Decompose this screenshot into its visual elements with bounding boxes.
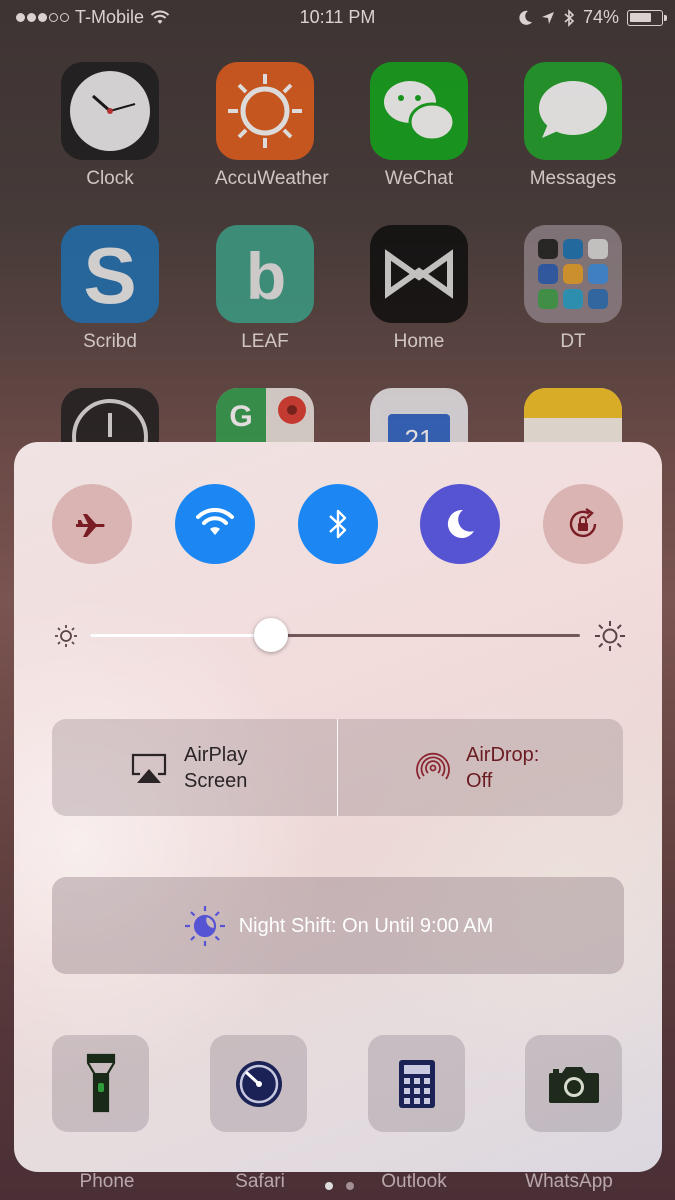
calculator-button[interactable] — [368, 1035, 465, 1132]
app-scribd[interactable]: S Scribd — [60, 225, 160, 353]
wifi-toggle[interactable] — [175, 484, 255, 564]
moon-icon — [447, 509, 474, 538]
location-arrow-icon — [541, 11, 554, 24]
brightness-track — [90, 634, 580, 637]
night-shift-button[interactable]: Night Shift: On Until 9:00 AM — [52, 877, 624, 974]
app-label: Home — [393, 331, 445, 352]
timer-button[interactable] — [210, 1035, 307, 1132]
night-shift-icon — [184, 905, 225, 946]
app-label: DT — [560, 331, 586, 352]
airdrop-button[interactable]: AirDrop: Off — [338, 719, 623, 816]
dock-app-phone[interactable]: Phone — [47, 1171, 167, 1193]
status-bar: T-Mobile 10:11 PM 74% — [0, 0, 675, 36]
wifi-icon — [196, 508, 234, 535]
bluetooth-toggle[interactable] — [298, 484, 378, 564]
flashlight-button[interactable] — [52, 1035, 149, 1132]
brightness-slider[interactable] — [54, 618, 626, 652]
night-shift-label: Night Shift: On Until 9:00 AM — [238, 914, 494, 937]
brightness-slider-thumb[interactable] — [254, 618, 289, 652]
rotation-lock-icon — [569, 508, 597, 538]
do-not-disturb-toggle[interactable] — [420, 484, 500, 564]
brightness-high-icon — [595, 621, 625, 651]
app-label: Messages — [529, 168, 617, 189]
app-label: AccuWeather — [215, 168, 329, 189]
app-home[interactable]: Home — [369, 225, 469, 353]
dock-app-whatsapp[interactable]: WhatsApp — [509, 1171, 629, 1193]
folder-icon — [524, 225, 622, 323]
brightness-low-icon — [55, 625, 77, 647]
moon-status-icon — [519, 10, 532, 25]
app-label: WeChat — [384, 168, 454, 189]
app-clock[interactable]: Clock — [60, 62, 160, 190]
app-label: Clock — [86, 168, 134, 189]
scribd-app-icon: S — [61, 225, 159, 323]
airdrop-icon — [416, 752, 450, 780]
airplay-screen-button[interactable]: AirPlay Screen — [52, 719, 337, 816]
airplane-icon — [76, 514, 105, 537]
clock-app-icon — [61, 62, 159, 160]
airdrop-label: AirDrop: Off — [466, 743, 540, 792]
app-accuweather[interactable]: AccuWeather — [215, 62, 329, 190]
bluetooth-status-icon — [564, 8, 575, 27]
svg-text:G: G — [229, 400, 252, 433]
calculator-icon — [398, 1059, 435, 1108]
app-label: Scribd — [83, 331, 137, 352]
control-center: AirPlay Screen AirDrop: Off Night Shift:… — [14, 442, 662, 1172]
svg-text:b: b — [246, 239, 286, 313]
bluetooth-icon — [329, 509, 347, 539]
camera-icon — [548, 1066, 599, 1103]
page-indicator — [325, 1182, 354, 1190]
battery-percent: 74% — [582, 7, 619, 27]
airplay-icon — [131, 753, 167, 783]
chat-bubbles-app-icon — [370, 62, 468, 160]
timer-icon — [235, 1060, 282, 1107]
svg-text:S: S — [83, 231, 136, 320]
sun-app-icon — [216, 62, 314, 160]
home-app-icon — [370, 225, 468, 323]
battery-icon — [627, 9, 667, 26]
app-folder-dt[interactable]: DT — [523, 225, 623, 353]
rotation-lock-toggle[interactable] — [543, 484, 623, 564]
app-wechat[interactable]: WeChat — [369, 62, 469, 190]
app-messages[interactable]: Messages — [523, 62, 623, 190]
airplane-mode-toggle[interactable] — [52, 484, 132, 564]
dock-app-safari[interactable]: Safari — [200, 1171, 320, 1193]
leaf-app-icon: b — [216, 225, 314, 323]
airplay-label: AirPlay Screen — [184, 743, 248, 792]
app-leaf[interactable]: b LEAF — [215, 225, 315, 353]
app-label: LEAF — [241, 331, 289, 352]
camera-button[interactable] — [525, 1035, 622, 1132]
dock-app-outlook[interactable]: Outlook — [354, 1171, 474, 1193]
message-bubble-app-icon — [524, 62, 622, 160]
flashlight-icon — [86, 1053, 115, 1112]
